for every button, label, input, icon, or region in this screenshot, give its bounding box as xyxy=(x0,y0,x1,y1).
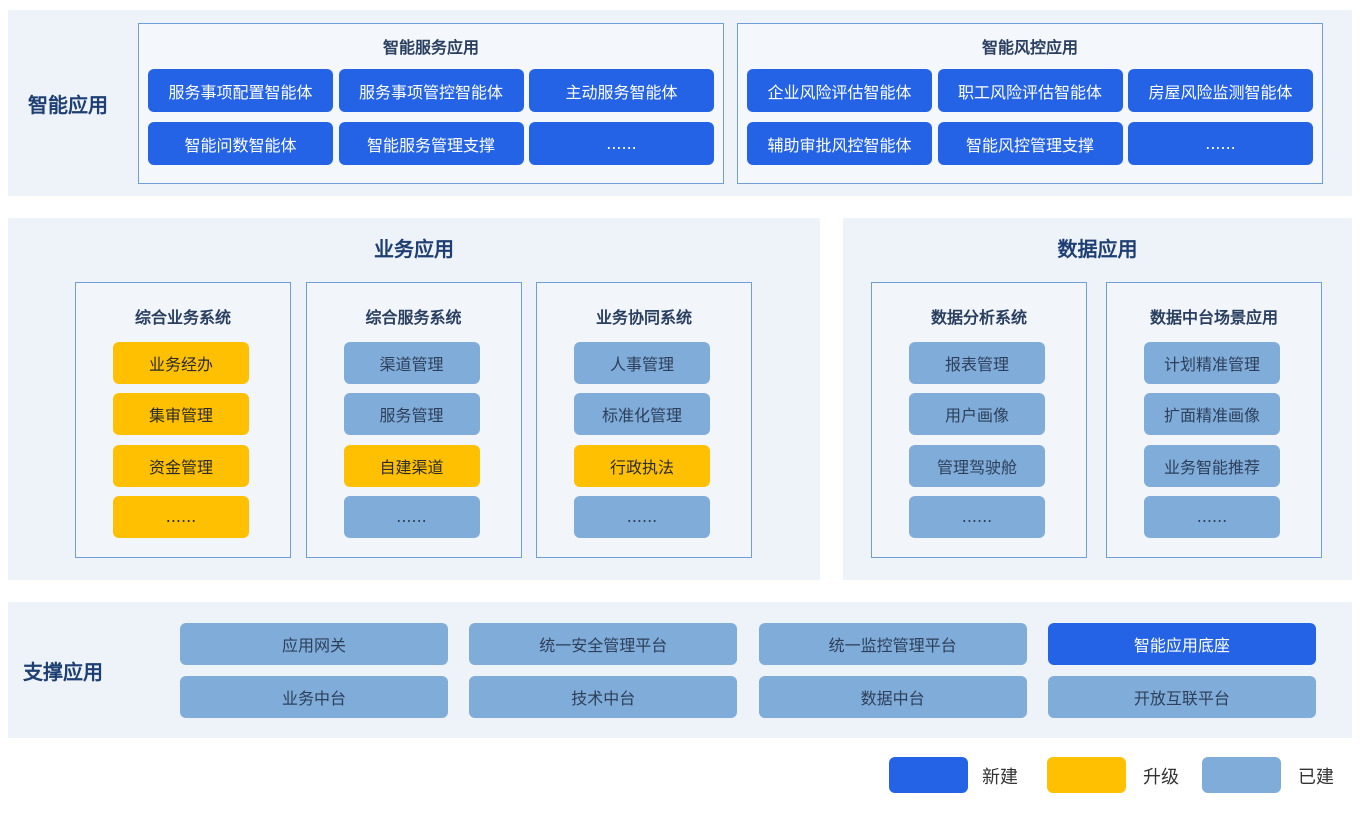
support-platform-button[interactable]: 数据中台 xyxy=(758,676,1027,718)
risk-agent-button[interactable]: 辅助审批风控智能体 xyxy=(747,122,932,165)
module-button[interactable]: 资金管理 xyxy=(113,444,249,487)
risk-agent-button[interactable]: 房屋风险监测智能体 xyxy=(1128,69,1313,112)
module-button[interactable]: 服务管理 xyxy=(343,393,480,436)
business-app-title: 业务应用 xyxy=(374,236,454,261)
smart-service-title: 智能服务应用 xyxy=(382,38,479,57)
module-button[interactable]: ...... xyxy=(113,495,249,538)
module-button[interactable]: 行政执法 xyxy=(574,444,710,487)
module-button[interactable]: 业务经办 xyxy=(113,342,249,384)
system-title: 业务协同系统 xyxy=(595,308,692,327)
legend-label: 升级 xyxy=(1143,767,1179,788)
module-button[interactable]: 渠道管理 xyxy=(343,342,480,384)
risk-agent-button[interactable]: ...... xyxy=(1128,122,1313,165)
support-platform-button[interactable]: 统一监控管理平台 xyxy=(758,623,1027,665)
legend-label: 已建 xyxy=(1298,767,1334,788)
support-app-title: 支撑应用 xyxy=(23,659,103,684)
module-button[interactable]: 扩面精准画像 xyxy=(1144,393,1280,436)
support-platform-button[interactable]: 应用网关 xyxy=(180,623,448,665)
smart-risk-title: 智能风控应用 xyxy=(981,38,1078,57)
module-button[interactable]: 报表管理 xyxy=(909,342,1045,384)
module-button[interactable]: ...... xyxy=(1144,495,1280,538)
system-title: 数据中台场景应用 xyxy=(1149,308,1278,327)
support-platform-button[interactable]: 智能应用底座 xyxy=(1047,623,1316,665)
module-button[interactable]: 人事管理 xyxy=(574,342,710,384)
risk-agent-button[interactable]: 企业风险评估智能体 xyxy=(747,69,932,112)
legend-swatch xyxy=(1047,757,1126,793)
intelligent-app-title: 智能应用 xyxy=(28,92,108,117)
service-agent-button[interactable]: 服务事项管控智能体 xyxy=(338,69,524,112)
service-agent-button[interactable]: 智能问数智能体 xyxy=(148,122,333,165)
service-agent-button[interactable]: 智能服务管理支撑 xyxy=(338,122,524,165)
module-button[interactable]: 计划精准管理 xyxy=(1144,342,1280,384)
service-agent-button[interactable]: ...... xyxy=(529,122,714,165)
module-button[interactable]: 自建渠道 xyxy=(343,444,480,487)
module-button[interactable]: 用户画像 xyxy=(909,393,1045,436)
system-title: 综合服务系统 xyxy=(365,308,462,327)
module-button[interactable]: 标准化管理 xyxy=(574,393,710,436)
legend-label: 新建 xyxy=(982,767,1018,788)
legend-swatch xyxy=(889,757,968,793)
system-title: 数据分析系统 xyxy=(930,308,1027,327)
service-agent-button[interactable]: 服务事项配置智能体 xyxy=(148,69,333,112)
data-app-title: 数据应用 xyxy=(1057,236,1138,261)
module-button[interactable]: ...... xyxy=(909,495,1045,538)
risk-agent-button[interactable]: 职工风险评估智能体 xyxy=(937,69,1123,112)
system-title: 综合业务系统 xyxy=(134,308,231,327)
support-platform-button[interactable]: 开放互联平台 xyxy=(1047,676,1316,718)
module-button[interactable]: 集审管理 xyxy=(113,393,249,436)
module-button[interactable]: 管理驾驶舱 xyxy=(909,444,1045,487)
module-button[interactable]: ...... xyxy=(574,495,710,538)
legend-swatch xyxy=(1202,757,1281,793)
module-button[interactable]: ...... xyxy=(343,495,480,538)
module-button[interactable]: 业务智能推荐 xyxy=(1144,444,1280,487)
service-agent-button[interactable]: 主动服务智能体 xyxy=(529,69,714,112)
risk-agent-button[interactable]: 智能风控管理支撑 xyxy=(937,122,1123,165)
support-platform-button[interactable]: 技术中台 xyxy=(469,676,738,718)
support-platform-button[interactable]: 统一安全管理平台 xyxy=(469,623,738,665)
support-platform-button[interactable]: 业务中台 xyxy=(180,676,448,718)
